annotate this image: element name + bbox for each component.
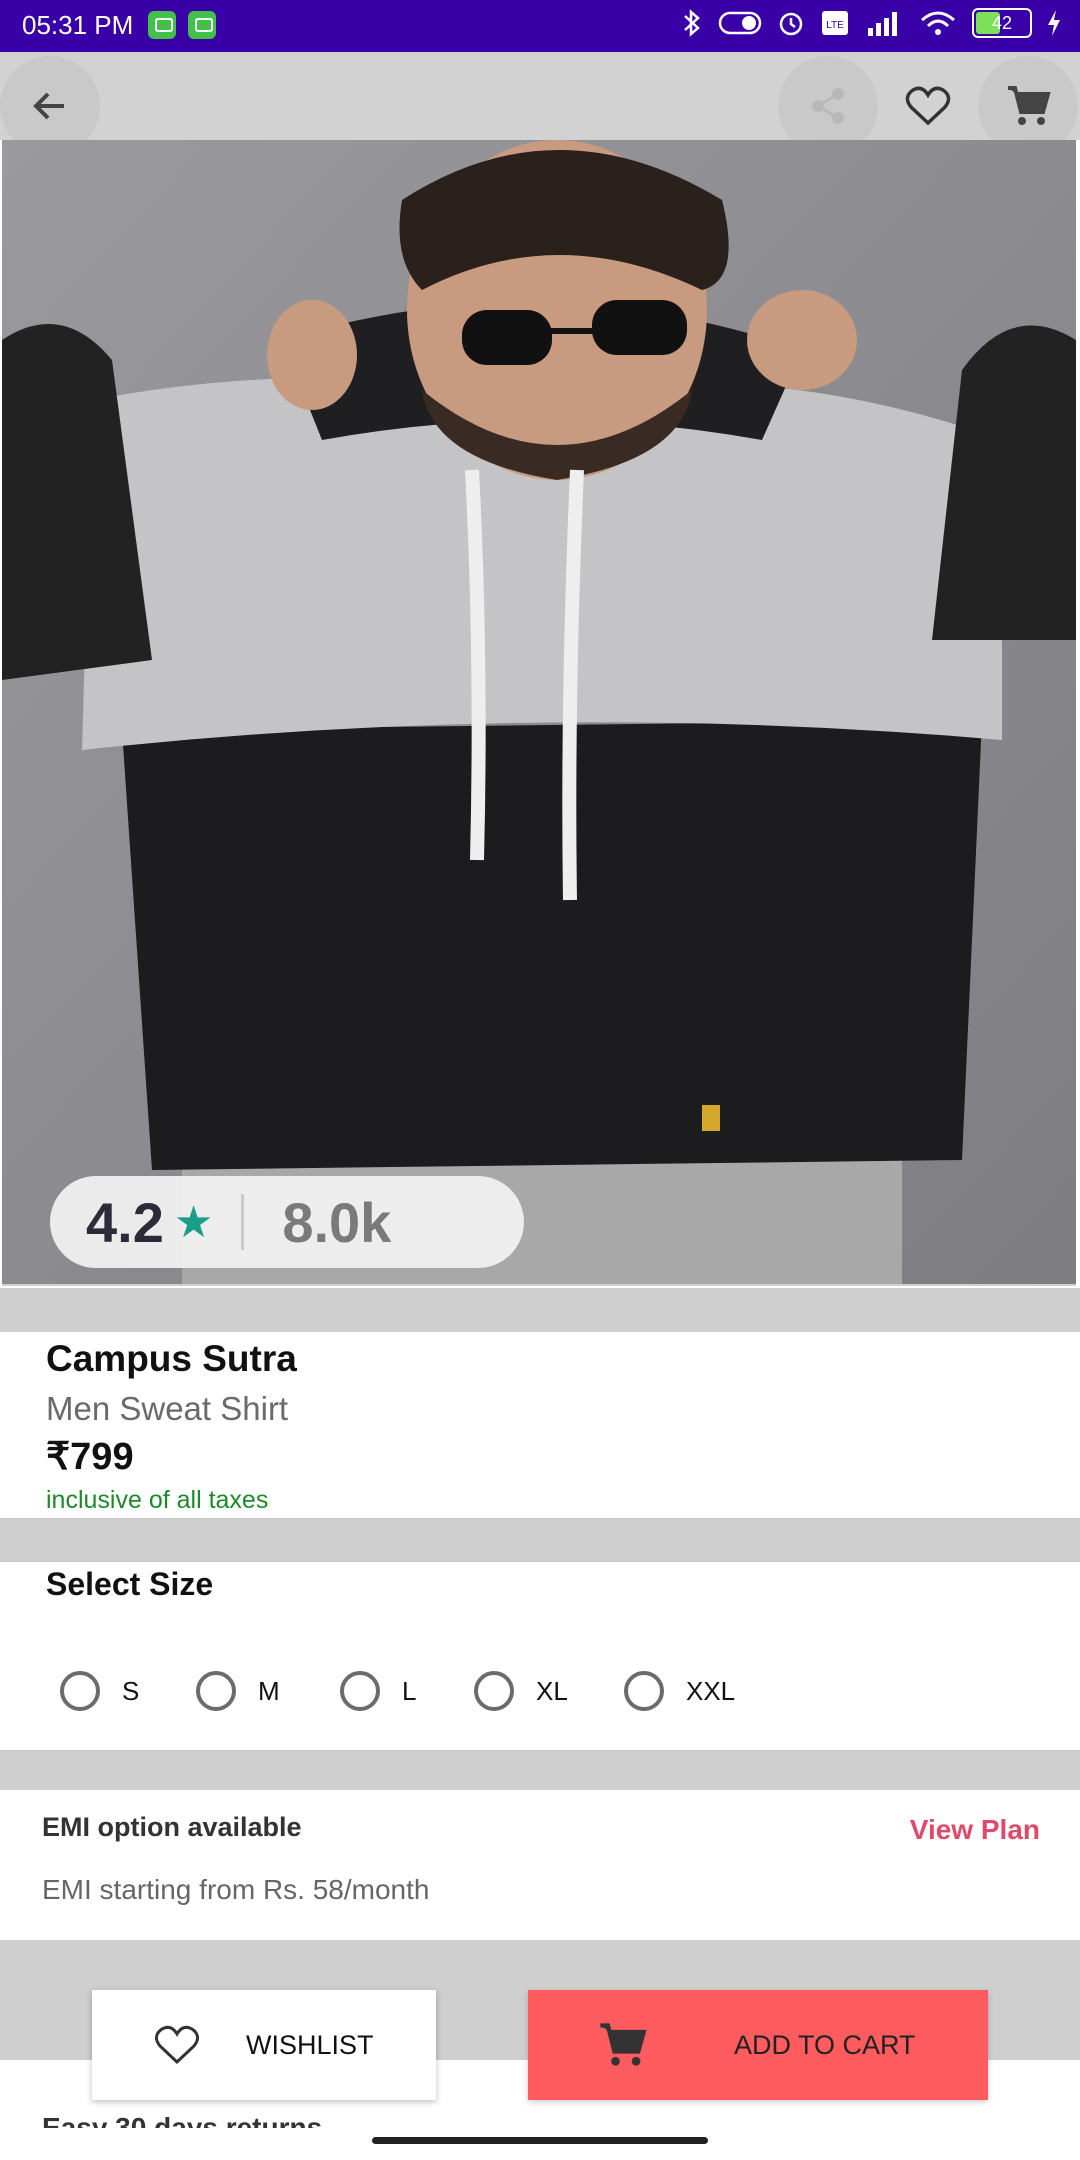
charging-icon bbox=[1048, 10, 1060, 36]
emi-title: EMI option available bbox=[42, 1812, 302, 1842]
gesture-nav-handle[interactable] bbox=[372, 2137, 708, 2144]
size-option-xl[interactable]: XL bbox=[474, 1666, 568, 1716]
heart-icon bbox=[155, 2025, 199, 2065]
wishlist-button[interactable]: WISHLIST bbox=[92, 1990, 436, 2100]
status-time: 05:31 PM bbox=[22, 10, 134, 40]
cart-icon bbox=[1008, 86, 1051, 125]
size-option-s[interactable]: S bbox=[60, 1666, 139, 1716]
battery-icon: 42 bbox=[972, 8, 1032, 38]
bluetooth-icon bbox=[684, 9, 700, 37]
add-to-cart-button[interactable]: ADD TO CART bbox=[528, 1990, 988, 2100]
size-label: S bbox=[122, 1675, 140, 1706]
app-notification-icon bbox=[148, 11, 176, 39]
rating-count: 8.0k bbox=[282, 1190, 392, 1254]
volte-icon: LTE bbox=[822, 11, 848, 35]
alarm-icon bbox=[779, 12, 803, 36]
radio-button[interactable] bbox=[340, 1671, 380, 1711]
toggle-icon bbox=[718, 11, 762, 35]
size-option-m[interactable]: M bbox=[196, 1666, 280, 1716]
size-label: L bbox=[402, 1675, 417, 1706]
size-option-l[interactable]: L bbox=[340, 1666, 416, 1716]
rating-value: 4.2 bbox=[86, 1190, 164, 1254]
product-photo bbox=[2, 140, 1076, 1284]
top-toolbar bbox=[0, 52, 1080, 156]
battery-level: 42 bbox=[991, 12, 1013, 33]
share-icon bbox=[812, 88, 844, 124]
rating-divider bbox=[241, 1194, 245, 1250]
radio-button[interactable] bbox=[474, 1671, 514, 1711]
section-divider bbox=[0, 1288, 1080, 1332]
svg-text:LTE: LTE bbox=[826, 20, 844, 31]
size-label: XXL bbox=[686, 1675, 736, 1706]
returns-info: Easy 30 days returns bbox=[42, 2112, 323, 2128]
status-icons: LTE 42 bbox=[680, 8, 1062, 38]
product-price: ₹799 bbox=[46, 1436, 134, 1478]
status-bar: 05:31 PM LTE 42 bbox=[0, 0, 1080, 52]
size-label: M bbox=[258, 1675, 280, 1706]
radio-button[interactable] bbox=[196, 1671, 236, 1711]
back-arrow-icon bbox=[33, 92, 64, 120]
signal-icon bbox=[868, 12, 897, 36]
star-icon: ★ bbox=[173, 1197, 214, 1247]
product-name: Men Sweat Shirt bbox=[46, 1390, 289, 1427]
cart-icon bbox=[600, 2023, 647, 2066]
wishlist-label: WISHLIST bbox=[246, 2029, 374, 2060]
brand-name: Campus Sutra bbox=[46, 1338, 297, 1379]
product-image[interactable] bbox=[2, 140, 1076, 1286]
view-plan-link[interactable]: View Plan bbox=[910, 1814, 1040, 1846]
section-divider bbox=[0, 1518, 1080, 1562]
app-notification-icon bbox=[188, 11, 216, 39]
radio-button[interactable] bbox=[624, 1671, 664, 1711]
tax-note: inclusive of all taxes bbox=[46, 1486, 269, 1514]
rating-badge[interactable]: 4.2 ★ 8.0k bbox=[50, 1176, 524, 1268]
add-to-cart-label: ADD TO CART bbox=[734, 2029, 916, 2060]
size-label: XL bbox=[536, 1675, 568, 1706]
wifi-icon bbox=[921, 11, 955, 35]
heart-icon bbox=[905, 86, 951, 126]
size-option-xxl[interactable]: XXL bbox=[624, 1666, 735, 1716]
size-section-title: Select Size bbox=[46, 1566, 214, 1602]
section-divider bbox=[0, 1750, 1080, 1790]
emi-subtitle: EMI starting from Rs. 58/month bbox=[42, 1874, 430, 1905]
radio-button[interactable] bbox=[60, 1671, 100, 1711]
